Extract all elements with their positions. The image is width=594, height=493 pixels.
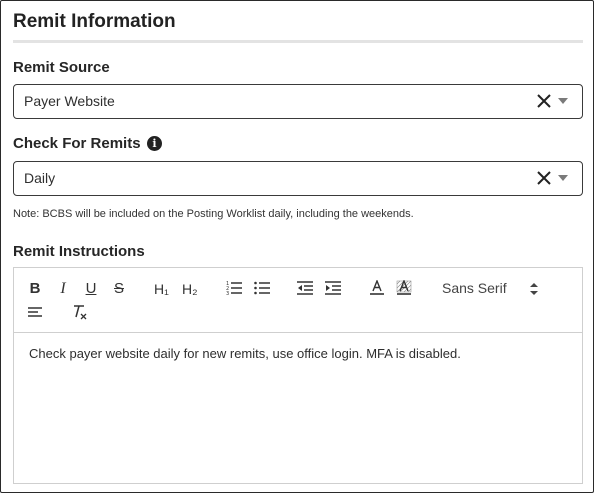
indent-icon[interactable] bbox=[325, 280, 341, 298]
clear-format-icon[interactable] bbox=[72, 304, 88, 322]
check-for-remits-value: Daily bbox=[24, 170, 56, 186]
chevron-down-icon[interactable] bbox=[558, 98, 568, 104]
strike-button[interactable]: S bbox=[112, 280, 126, 298]
remit-source-label: Remit Source bbox=[13, 59, 110, 76]
highlight-icon[interactable] bbox=[396, 280, 412, 298]
editor-content[interactable]: Check payer website daily for new remits… bbox=[29, 346, 461, 361]
check-for-remits-select[interactable]: Daily bbox=[13, 161, 583, 196]
heading-1-button[interactable]: H₁ bbox=[154, 280, 169, 298]
x-icon[interactable] bbox=[534, 168, 554, 188]
font-family-select[interactable]: Sans Serif bbox=[442, 280, 538, 298]
x-icon[interactable] bbox=[534, 91, 554, 111]
editor-toolbar: B I U S H₁ H₂ 1 2 3 Sans Serif bbox=[14, 268, 582, 333]
section-divider bbox=[13, 40, 583, 43]
svg-text:3: 3 bbox=[226, 291, 229, 296]
outdent-icon[interactable] bbox=[297, 280, 313, 298]
align-left-icon[interactable] bbox=[28, 304, 44, 322]
italic-button[interactable]: I bbox=[56, 280, 70, 298]
weekend-note: Note: BCBS will be included on the Posti… bbox=[13, 208, 414, 220]
remit-instructions-label: Remit Instructions bbox=[13, 243, 145, 260]
font-color-icon[interactable] bbox=[369, 280, 385, 298]
remit-source-select[interactable]: Payer Website bbox=[13, 84, 583, 119]
bold-button[interactable]: B bbox=[28, 280, 42, 298]
check-for-remits-label: Check For Remits bbox=[13, 135, 141, 152]
font-family-value: Sans Serif bbox=[442, 280, 507, 296]
chevron-down-icon[interactable] bbox=[558, 175, 568, 181]
up-down-icon bbox=[530, 282, 538, 299]
remit-information-panel: Remit Information Remit Source Payer Web… bbox=[0, 0, 594, 493]
info-icon[interactable]: i bbox=[147, 136, 162, 151]
ordered-list-icon[interactable]: 1 2 3 bbox=[226, 280, 242, 298]
remit-instructions-editor: B I U S H₁ H₂ 1 2 3 Sans Serif Check pay… bbox=[13, 267, 583, 484]
remit-source-value: Payer Website bbox=[24, 93, 115, 109]
bullet-list-icon[interactable] bbox=[254, 280, 270, 298]
heading-2-button[interactable]: H₂ bbox=[182, 280, 198, 298]
section-title: Remit Information bbox=[13, 11, 176, 32]
underline-button[interactable]: U bbox=[84, 280, 98, 298]
